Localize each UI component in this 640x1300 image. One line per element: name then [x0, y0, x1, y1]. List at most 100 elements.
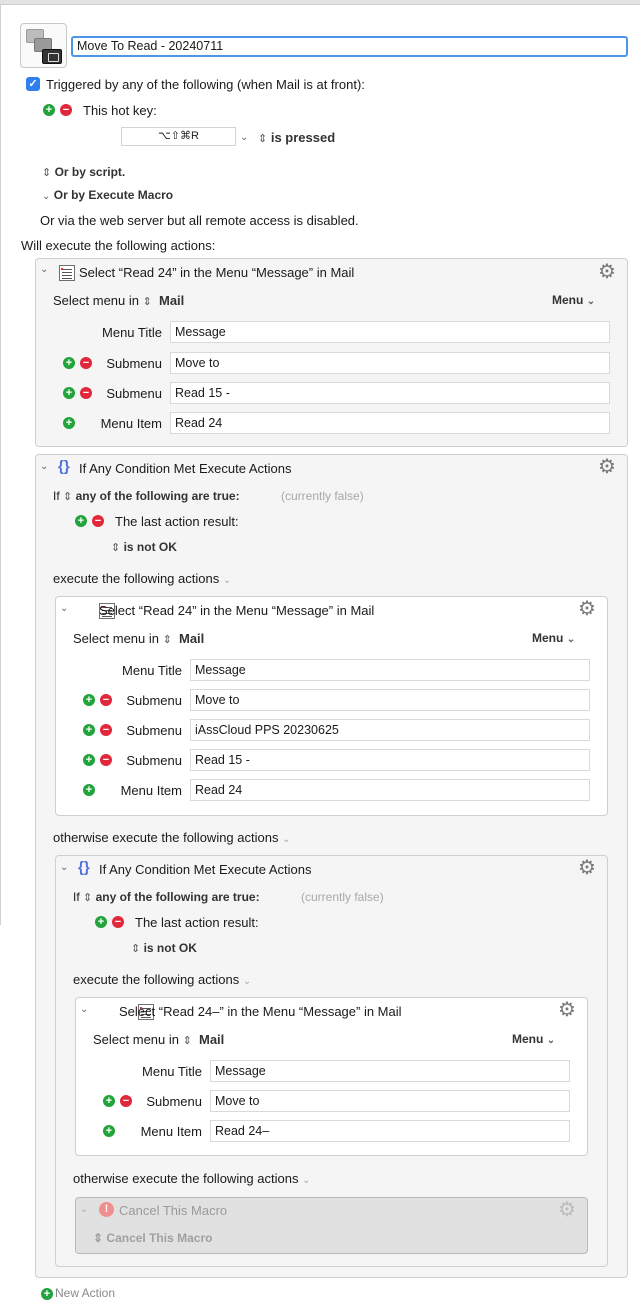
remove-trigger-icon[interactable]: −: [60, 104, 72, 116]
hotkey-menu-chevron-icon[interactable]: ⌄: [240, 132, 248, 143]
menu-title-field[interactable]: Message: [190, 659, 590, 681]
cancel-option-popup[interactable]: ⇕ Cancel This Macro: [93, 1231, 212, 1245]
collapse-chevron-icon[interactable]: ⌄: [60, 603, 68, 614]
chevron-down-icon: ⌄: [222, 575, 232, 586]
collapse-chevron-icon[interactable]: ⌄: [80, 1204, 88, 1215]
otherwise-section-header[interactable]: otherwise execute the following actions …: [73, 1171, 310, 1186]
trigger-checkbox[interactable]: ✓: [26, 77, 40, 91]
app-popup[interactable]: Mail: [159, 293, 184, 308]
new-action-link[interactable]: New Action: [55, 1286, 115, 1300]
chevron-down-icon: ⌄: [546, 1035, 556, 1046]
add-trigger-icon[interactable]: +: [43, 104, 55, 116]
add-condition-icon[interactable]: +: [95, 916, 107, 928]
menu-popup-button[interactable]: Menu ⌄: [552, 293, 595, 307]
remove-submenu-icon[interactable]: −: [100, 724, 112, 736]
menu-title-field[interactable]: Message: [170, 321, 610, 343]
remove-submenu-icon[interactable]: −: [100, 694, 112, 706]
select-menu-in-label: Select menu in ⇕: [53, 293, 152, 308]
menu-item-label: Menu Item: [140, 1124, 202, 1139]
add-submenu-icon[interactable]: +: [63, 387, 75, 399]
add-submenu-icon[interactable]: +: [83, 754, 95, 766]
condition-status: (currently false): [281, 489, 364, 503]
submenu-label: Submenu: [106, 356, 162, 371]
condition-label: The last action result:: [135, 915, 259, 930]
submenu-field[interactable]: Move to: [170, 352, 610, 374]
gear-icon[interactable]: ⚙: [598, 262, 616, 282]
stepper-icon: ⇕: [111, 542, 121, 554]
remove-condition-icon[interactable]: −: [92, 515, 104, 527]
gear-icon[interactable]: ⚙: [578, 858, 596, 878]
collapse-chevron-icon[interactable]: ⌄: [40, 461, 48, 472]
add-menu-item-icon[interactable]: +: [63, 417, 75, 429]
or-by-script-toggle[interactable]: ⇕ Or by script.: [42, 165, 125, 179]
submenu-field[interactable]: iAssCloud PPS 20230625: [190, 719, 590, 741]
chevron-down-icon: ⌄: [282, 834, 291, 845]
menu-action-icon: [59, 264, 75, 281]
remove-condition-icon[interactable]: −: [112, 916, 124, 928]
window-left-edge: [0, 5, 1, 925]
otherwise-section-header[interactable]: otherwise execute the following actions …: [53, 830, 290, 845]
or-by-execute-macro-toggle[interactable]: ⌄ Or by Execute Macro: [42, 188, 173, 202]
condition-operator-popup[interactable]: ⇕ is not OK: [131, 941, 197, 955]
remove-submenu-icon[interactable]: −: [100, 754, 112, 766]
remove-submenu-icon[interactable]: −: [80, 357, 92, 369]
submenu-field[interactable]: Move to: [210, 1090, 570, 1112]
add-submenu-icon[interactable]: +: [63, 357, 75, 369]
stepper-icon[interactable]: ⇕: [83, 892, 92, 904]
menu-title-field[interactable]: Message: [210, 1060, 570, 1082]
execute-section-header[interactable]: execute the following actions ⌄: [73, 972, 251, 987]
condition-header: If ⇕ any of the following are true:: [53, 489, 240, 503]
action-title: Select “Read 24” in the Menu “Message” i…: [79, 265, 355, 280]
if-then-icon: {}: [78, 859, 90, 876]
hotkey-state-popup[interactable]: ⇕ is pressed: [258, 130, 335, 145]
submenu-label: Submenu: [146, 1094, 202, 1109]
gear-icon[interactable]: ⚙: [558, 1000, 576, 1020]
web-server-note: Or via the web server but all remote acc…: [40, 213, 359, 228]
add-menu-item-icon[interactable]: +: [83, 784, 95, 796]
menu-item-field[interactable]: Read 24: [190, 779, 590, 801]
add-submenu-icon[interactable]: +: [83, 724, 95, 736]
collapse-chevron-icon[interactable]: ⌄: [80, 1004, 88, 1015]
chevron-down-icon: ⌄: [586, 296, 596, 307]
submenu-field[interactable]: Read 15 -: [190, 749, 590, 771]
condition-operator-popup[interactable]: ⇕ is not OK: [111, 540, 177, 554]
menu-item-field[interactable]: Read 24–: [210, 1120, 570, 1142]
stepper-icon: ⇕: [258, 133, 268, 145]
menu-item-label: Menu Item: [100, 416, 162, 431]
remove-submenu-icon[interactable]: −: [120, 1095, 132, 1107]
menu-item-label: Menu Item: [120, 783, 182, 798]
menu-popup-button[interactable]: Menu ⌄: [512, 1032, 555, 1046]
add-submenu-icon[interactable]: +: [103, 1095, 115, 1107]
macro-icon[interactable]: [20, 23, 67, 68]
gear-icon[interactable]: ⚙: [598, 457, 616, 477]
menu-popup-button[interactable]: Menu ⌄: [532, 631, 575, 645]
action-title: Select “Read 24” in the Menu “Message” i…: [99, 603, 375, 618]
execute-section-header[interactable]: execute the following actions ⌄: [53, 571, 231, 586]
menu-title-label: Menu Title: [142, 1064, 202, 1079]
app-popup[interactable]: Mail: [179, 631, 204, 646]
menu-title-label: Menu Title: [102, 325, 162, 340]
submenu-field[interactable]: Move to: [190, 689, 590, 711]
menu-item-field[interactable]: Read 24: [170, 412, 610, 434]
gear-icon[interactable]: ⚙: [578, 599, 596, 619]
menu-title-label: Menu Title: [122, 663, 182, 678]
hotkey-field[interactable]: ⌥⇧⌘R: [121, 127, 236, 146]
new-action-icon[interactable]: +: [41, 1288, 53, 1300]
stepper-icon[interactable]: ⇕: [63, 491, 72, 503]
stepper-icon: ⇕: [162, 634, 172, 646]
remove-submenu-icon[interactable]: −: [80, 387, 92, 399]
condition-status: (currently false): [301, 890, 384, 904]
action-title: If Any Condition Met Execute Actions: [99, 862, 312, 877]
chevron-down-icon: ⌄: [42, 191, 51, 202]
submenu-field[interactable]: Read 15 -: [170, 382, 610, 404]
chevron-down-icon: ⌄: [242, 976, 252, 987]
gear-icon[interactable]: ⚙: [558, 1200, 576, 1220]
add-condition-icon[interactable]: +: [75, 515, 87, 527]
collapse-chevron-icon[interactable]: ⌄: [40, 264, 48, 275]
add-submenu-icon[interactable]: +: [83, 694, 95, 706]
add-menu-item-icon[interactable]: +: [103, 1125, 115, 1137]
app-popup[interactable]: Mail: [199, 1032, 224, 1047]
macro-name-field[interactable]: Move To Read - 20240711: [71, 36, 628, 57]
collapse-chevron-icon[interactable]: ⌄: [60, 862, 68, 873]
condition-label: The last action result:: [115, 514, 239, 529]
